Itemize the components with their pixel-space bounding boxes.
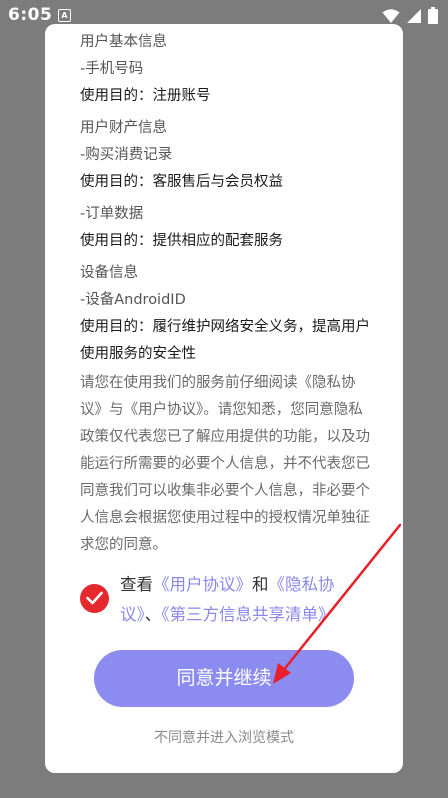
privacy-policy-link-end[interactable]: 议》 (120, 605, 145, 624)
third-party-list-link[interactable]: 《第三方信息共享清单》 (161, 605, 334, 624)
notice-line: 能运行所需要的必要个人信息，并不代表您已 (80, 456, 370, 472)
section-item: -订单数据 (80, 206, 144, 222)
agreement-separator: 、 (144, 605, 162, 624)
notice-line: 政策仅代表您已了解应用提供的功能，以及功 (80, 429, 370, 445)
section-item: -设备AndroidID (80, 292, 186, 308)
status-icons (382, 7, 438, 24)
section-purpose: 使用目的：提供相应的配套服务 (80, 233, 283, 249)
status-time: 6:05 (8, 5, 53, 25)
agreement-text: 查看《用户协议》和《隐私协议》、《第三方信息共享清单》 (120, 570, 385, 630)
section-item: -手机号码 (80, 61, 144, 77)
agreement-conjunction: 和 (252, 575, 269, 594)
privacy-dialog: 用户基本信息 -手机号码 使用目的：注册账号 用户财产信息 -购买消费记录 使用… (45, 24, 403, 773)
user-agreement-link[interactable]: 《用户协议》 (153, 575, 252, 594)
section-purpose: 使用目的：客服售后与会员权益 (80, 174, 283, 190)
privacy-notice: 请您在使用我们的服务前仔细阅读《隐私协 议》与《用户协议》。请您知悉，您同意隐私… (80, 370, 380, 559)
section-item: -购买消费记录 (80, 147, 173, 163)
notification-icon: A (58, 9, 71, 22)
section-title: 用户财产信息 (80, 120, 167, 136)
section-title: 用户基本信息 (80, 34, 167, 50)
browse-mode-link[interactable]: 不同意并进入浏览模式 (45, 727, 403, 747)
section-purpose: 使用服务的安全性 (80, 346, 196, 362)
notice-line: 求您的同意。 (80, 537, 167, 553)
battery-icon (428, 7, 438, 24)
notice-line: 议》与《用户协议》。请您知悉，您同意隐私 (80, 402, 363, 418)
notice-line: 请您在使用我们的服务前仔细阅读《隐私协 (80, 375, 356, 391)
notice-line: 人信息会根据您使用过程中的授权情况单独征 (80, 510, 370, 526)
section-purpose: 使用目的：注册账号 (80, 88, 211, 104)
section-title: 设备信息 (80, 265, 138, 281)
section-purpose: 使用目的：履行维护网络安全义务，提高用户 (80, 319, 370, 335)
dialog-content: 用户基本信息 -手机号码 使用目的：注册账号 用户财产信息 -购买消费记录 使用… (80, 29, 380, 559)
checkmark-icon (86, 591, 103, 605)
wifi-icon (382, 8, 400, 23)
signal-icon (407, 8, 421, 23)
agree-continue-button[interactable]: 同意并继续 (94, 650, 354, 707)
notice-line: 同意我们可以收集非必要个人信息，非必要个 (80, 483, 370, 499)
agreement-prefix: 查看 (120, 575, 153, 594)
agreement-checkbox[interactable] (80, 584, 109, 613)
privacy-policy-link[interactable]: 《隐私协 (269, 575, 335, 594)
